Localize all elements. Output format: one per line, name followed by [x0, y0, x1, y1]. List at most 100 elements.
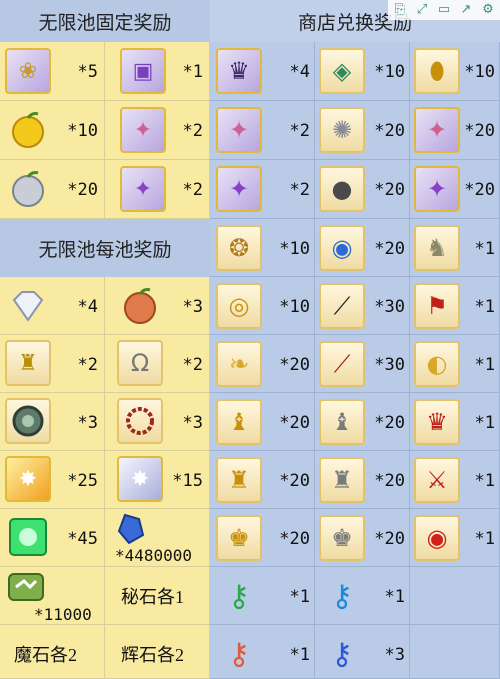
item-qty: *1	[384, 587, 405, 607]
item-qty: *3	[182, 297, 203, 317]
icon-glyph: ♜	[228, 466, 250, 494]
item-qty: *4	[77, 297, 98, 317]
item-qty: *20	[374, 471, 405, 491]
item-qty: *2	[289, 180, 310, 200]
icon-glyph: ◈	[332, 57, 352, 85]
shop-cell: ⟋ *30	[315, 335, 410, 393]
expand-icon[interactable]: ⤢	[414, 0, 430, 18]
item-qty: *20	[374, 121, 405, 141]
reward-cell: *10	[0, 101, 105, 160]
horseshoe-icon: Ω	[117, 340, 163, 386]
item-qty: *2	[182, 180, 203, 200]
icon-glyph: ✺	[331, 116, 353, 144]
shine-stone-label: 辉石各2	[121, 645, 184, 665]
item-qty: *5	[77, 62, 98, 82]
reward-cell: ▣ *1	[105, 42, 210, 101]
item-qty: *1	[289, 587, 310, 607]
bronze-apple-icon	[117, 283, 163, 329]
shop-cell: ✦ *20	[410, 101, 500, 160]
copy-icon[interactable]: ⎘	[392, 0, 408, 18]
shop-cell: ♝ *20	[210, 393, 315, 451]
icon-glyph: ⚑	[426, 292, 448, 320]
shop-cell: ♜ *20	[210, 451, 315, 509]
item-qty: *20	[374, 239, 405, 259]
gold-warrior-icon: ♜	[216, 457, 262, 503]
card-gold-icon: ❀	[5, 48, 51, 94]
each-pool-header: 无限池每池奖励	[0, 219, 210, 277]
shop-cell: ♞ *1	[410, 219, 500, 277]
shop-cell: ✺ *20	[315, 101, 410, 160]
item-qty: *1	[474, 239, 495, 259]
shop-cell: ● *20	[315, 160, 410, 219]
reward-cell: *11000	[0, 567, 105, 625]
item-qty: *1	[474, 297, 495, 317]
item-qty: *20	[279, 529, 310, 549]
icon-glyph: ⟋	[333, 292, 351, 320]
reward-cell: Ω *2	[105, 335, 210, 393]
item-qty: *10	[279, 297, 310, 317]
fixed-reward-header: 无限池固定奖励	[0, 0, 210, 42]
shop-cell: ⚷ *1	[210, 567, 315, 625]
card-rainbow-icon: ✦	[120, 107, 166, 153]
icon-glyph: ⚷	[228, 636, 250, 672]
card-purple-rainbow-icon: ✦	[120, 166, 166, 212]
icon-glyph: ♛	[426, 408, 448, 436]
icon-glyph: ♞	[426, 234, 448, 262]
reward-cell: ✸ *15	[105, 451, 210, 509]
item-qty: *4	[289, 62, 310, 82]
icon-glyph: ◉	[331, 234, 353, 262]
item-qty: *3	[182, 413, 203, 433]
red-banner-icon: ⚑	[414, 283, 460, 329]
item-qty: *20	[464, 121, 495, 141]
icon-glyph: ◎	[228, 292, 250, 320]
shop-cell: ♚ *20	[210, 509, 315, 567]
icon-glyph: ⟋	[333, 350, 351, 378]
golden-apple-icon	[5, 107, 51, 153]
toolbar: ⎘ ⤢ ▭ ↗ ⚙	[388, 0, 500, 20]
item-qty: *25	[67, 471, 98, 491]
exp-card-gold-icon: ✸	[5, 456, 51, 502]
item-qty: *20	[279, 413, 310, 433]
silver-apple-icon	[5, 166, 51, 212]
quartz-diamond-icon	[5, 283, 51, 329]
silver-statue-icon: ♚	[319, 515, 365, 561]
silver-crystal-icon: ✺	[319, 107, 365, 153]
shop-cell: ⚷ *1	[210, 625, 315, 679]
reward-cell: *4	[0, 277, 105, 335]
red-orb-icon: ◉	[414, 515, 460, 561]
save-icon[interactable]: ▭	[436, 0, 452, 18]
icon-glyph: ♝	[228, 408, 250, 436]
shop-cell: ✦ *2	[210, 160, 315, 219]
shop-cell: ♝ *20	[315, 393, 410, 451]
green-key-icon: ⚷	[216, 573, 262, 619]
shop-cell: ◐ *1	[410, 335, 500, 393]
item-qty: *1	[474, 471, 495, 491]
item-qty: *20	[374, 180, 405, 200]
reward-cell: *45	[0, 509, 105, 567]
red-gold-chest-icon: ♛	[414, 399, 460, 445]
share-icon[interactable]: ↗	[458, 0, 474, 18]
shop-cell: ⚔ *1	[410, 451, 500, 509]
icon-glyph: ◉	[426, 524, 448, 552]
item-qty: *2	[182, 355, 203, 375]
item-qty: *20	[374, 529, 405, 549]
item-qty: *2	[77, 355, 98, 375]
gold-coin-icon: ◐	[414, 341, 460, 387]
green-medal-icon	[5, 398, 51, 444]
item-qty: *10	[279, 239, 310, 259]
feather-wreath-icon: ❂	[216, 225, 262, 271]
item-qty: *30	[374, 297, 405, 317]
item-qty: *10	[67, 121, 98, 141]
item-qty: *20	[279, 471, 310, 491]
icon-glyph: ●	[331, 175, 353, 203]
silver-reaper-icon: ♝	[319, 399, 365, 445]
item-qty: *1	[182, 62, 203, 82]
shop-cell: ⟋ *30	[315, 277, 410, 335]
gold-feather-icon: ❧	[216, 341, 262, 387]
reward-cell: *4480000	[105, 509, 210, 567]
item-qty: *30	[374, 355, 405, 375]
red-rosary-icon	[117, 398, 163, 444]
exp-card-silver-icon: ✸	[117, 456, 163, 502]
settings-icon[interactable]: ⚙	[480, 0, 496, 18]
icon-glyph: ♛	[228, 57, 250, 85]
